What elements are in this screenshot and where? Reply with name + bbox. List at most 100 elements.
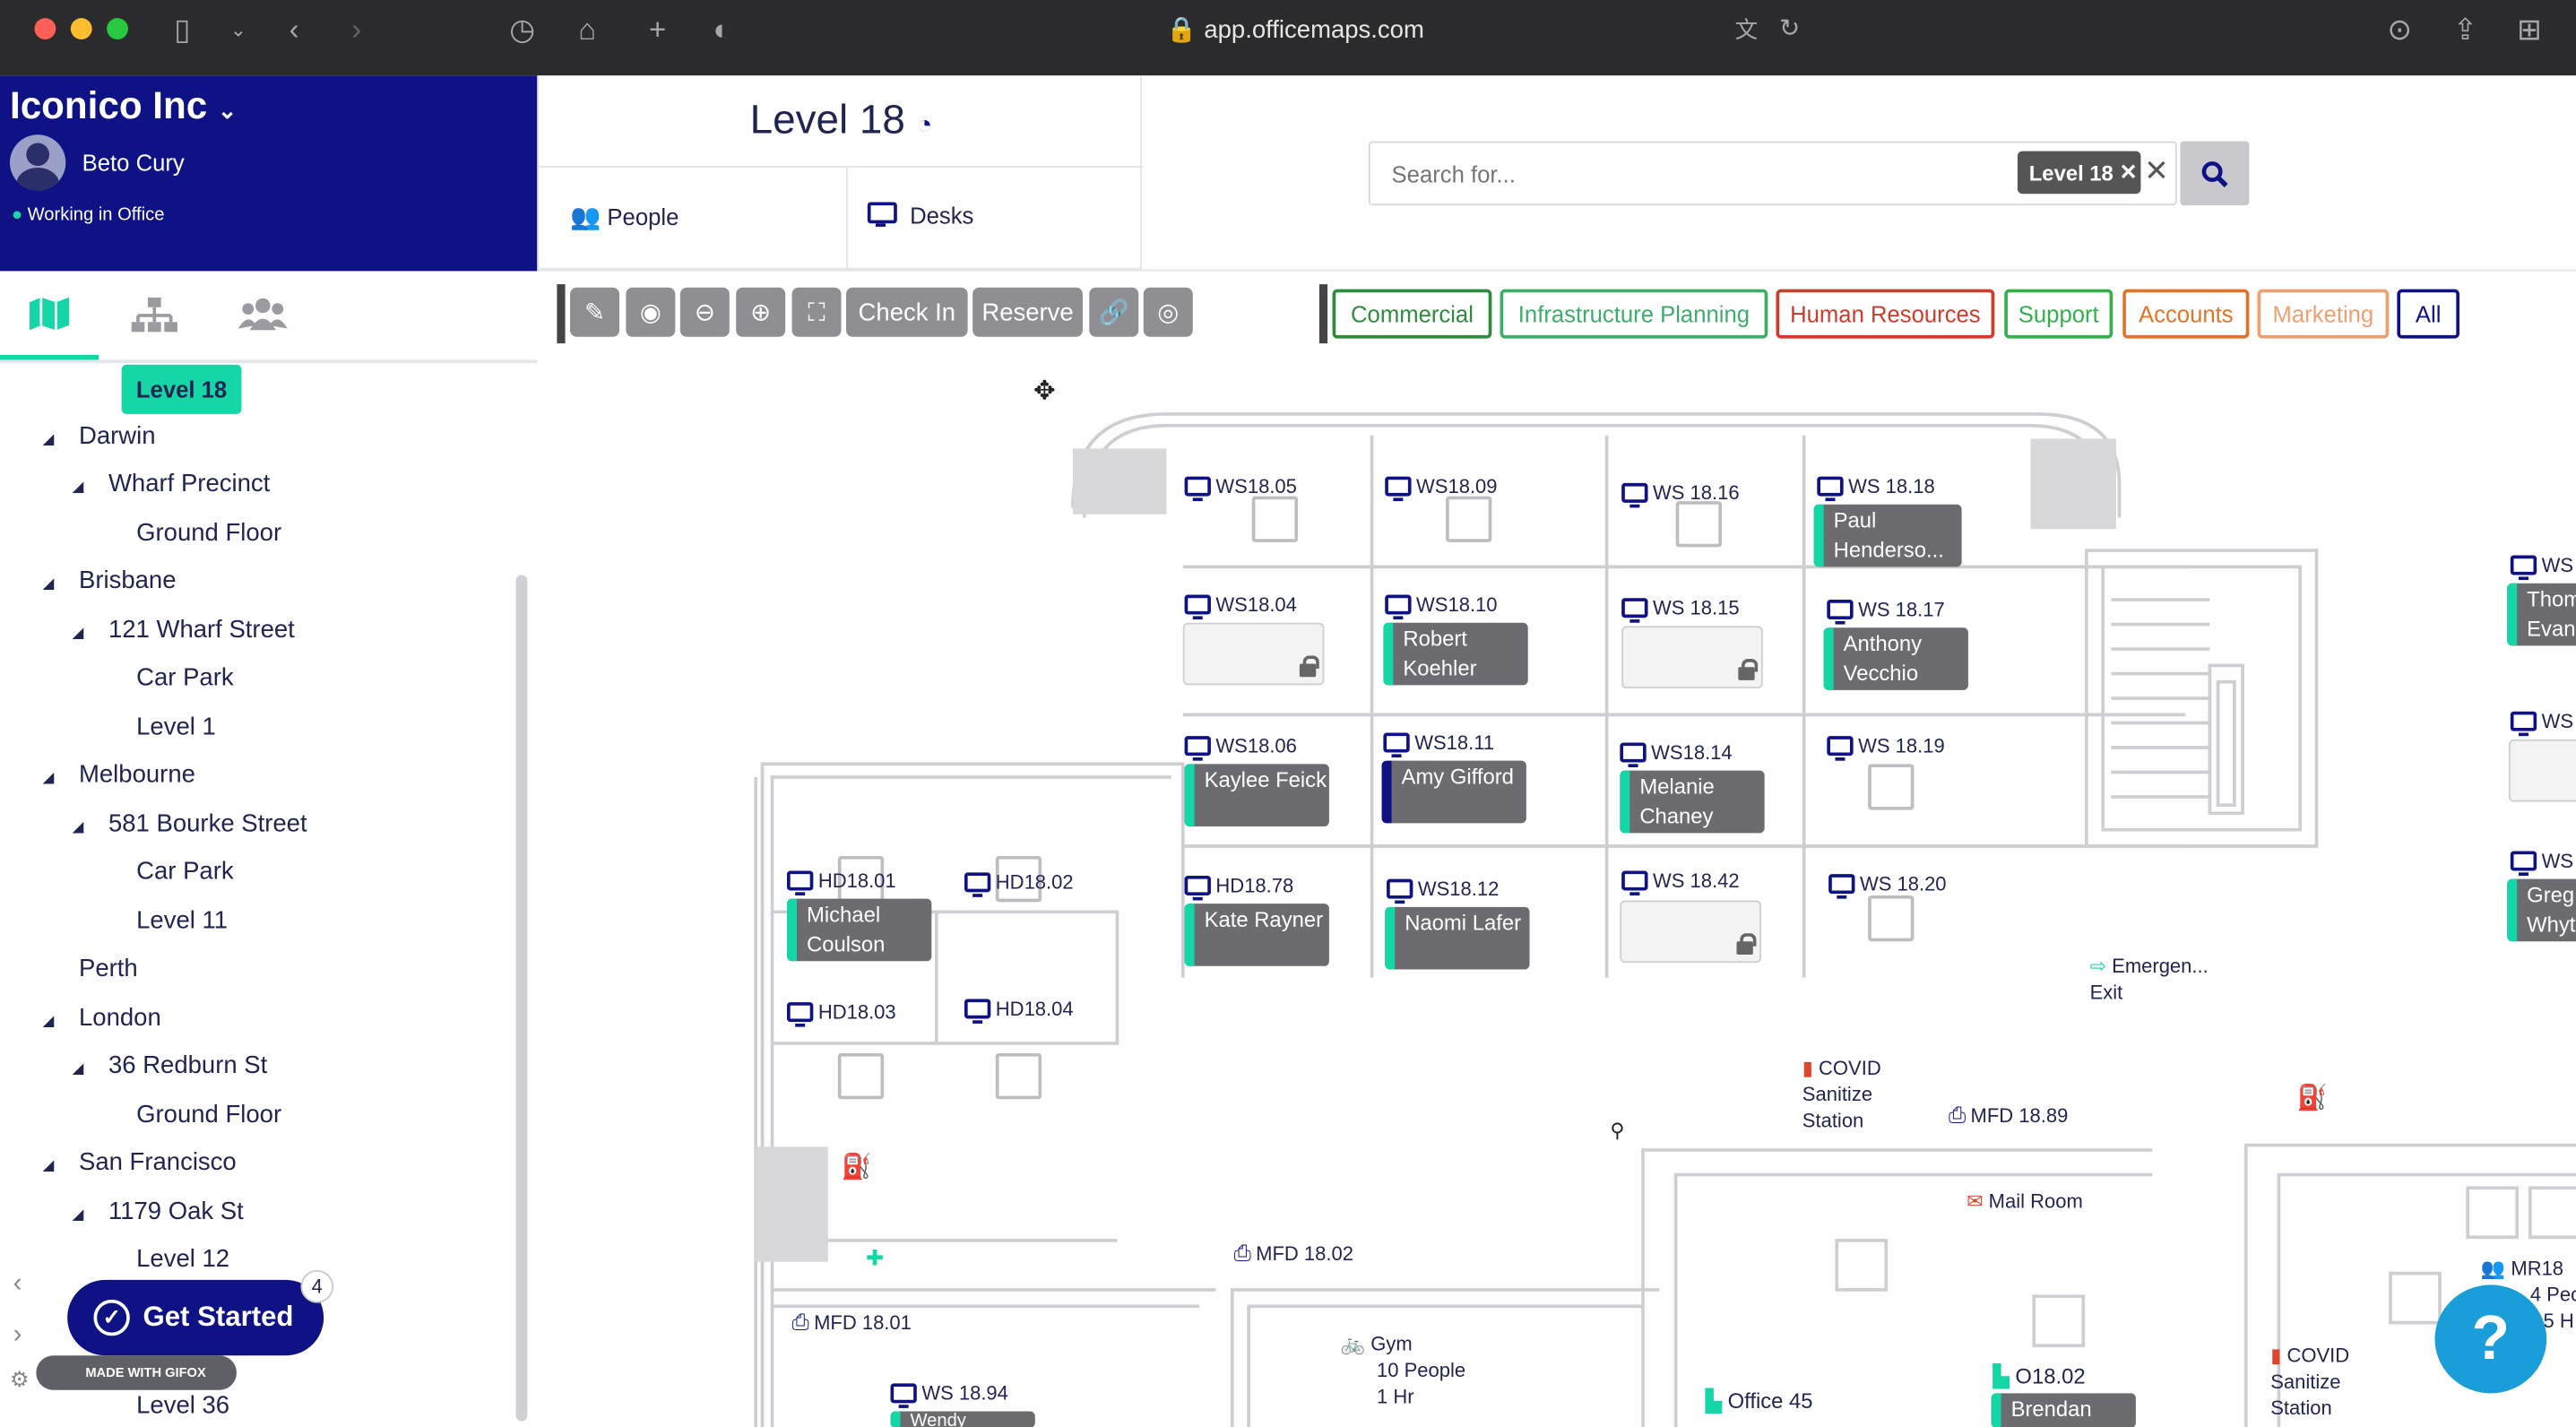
- history-icon[interactable]: ◷: [509, 13, 535, 47]
- covid-station-label[interactable]: ▮ COVID Sanitize Station: [2270, 1343, 2385, 1422]
- desk-label[interactable]: WS 18.42: [1621, 869, 1740, 895]
- person-card[interactable]: Anthony Vecchio: [1823, 627, 1968, 690]
- tab-org-chart[interactable]: [131, 297, 177, 342]
- tree-item[interactable]: Darwin: [79, 422, 156, 450]
- get-started-button[interactable]: ✓ Get Started: [67, 1279, 324, 1356]
- desk-label[interactable]: WS18.06: [1184, 734, 1297, 761]
- emergency-exit-label[interactable]: ⇨ Emergen... Exit: [2090, 953, 2238, 1006]
- desk-label[interactable]: WS 18.16: [1621, 481, 1740, 508]
- sidebar-scrollbar[interactable]: [515, 575, 528, 1422]
- back-icon[interactable]: ‹: [290, 13, 299, 47]
- desk-label[interactable]: WS: [2510, 554, 2573, 581]
- person-card[interactable]: Melanie Chaney: [1620, 770, 1765, 834]
- tree-item[interactable]: Car Park: [136, 664, 233, 692]
- person-card[interactable]: Naomi Lafer: [1385, 906, 1530, 970]
- fullscreen-button[interactable]: ⛶: [791, 287, 842, 337]
- person-card[interactable]: Wendy: [890, 1411, 1035, 1427]
- person-card[interactable]: Michael Coulson: [787, 898, 932, 962]
- move-icon[interactable]: ✥: [1033, 375, 1056, 408]
- chevron-left-icon[interactable]: ‹: [13, 1270, 22, 1300]
- tree-item[interactable]: London: [79, 1004, 161, 1032]
- desk-label[interactable]: WS: [2510, 710, 2573, 737]
- zoom-in-button[interactable]: ⊕: [736, 287, 786, 337]
- search-button[interactable]: [2180, 141, 2250, 206]
- new-tab-icon[interactable]: +: [649, 13, 666, 47]
- category-marketing[interactable]: Marketing: [2257, 289, 2390, 339]
- tree-item[interactable]: 581 Bourke Street: [108, 810, 307, 838]
- meeting-room-label[interactable]: 👥 MR18: [2481, 1255, 2563, 1281]
- category-commercial[interactable]: Commercial: [1332, 289, 1492, 339]
- desk-label[interactable]: HD18.01: [787, 869, 896, 895]
- person-card[interactable]: Amy Gifford: [1381, 760, 1526, 824]
- person-card[interactable]: Robert Koehler: [1383, 622, 1528, 686]
- desk-label[interactable]: WS 18.19: [1827, 734, 1945, 761]
- desk-label[interactable]: WS 18.94: [890, 1382, 1008, 1408]
- translate-icon[interactable]: 文: [1735, 13, 1759, 47]
- desk-label[interactable]: HD18.03: [787, 1000, 896, 1027]
- clear-search-icon[interactable]: ✕: [2144, 154, 2169, 188]
- share-icon[interactable]: ⇪: [2453, 13, 2478, 47]
- link-button[interactable]: 🔗: [1089, 287, 1139, 337]
- search-input[interactable]: [1370, 143, 2011, 204]
- locate-button[interactable]: ◉: [626, 287, 676, 337]
- covid-station-label[interactable]: ▮ COVID Sanitize Station: [1802, 1055, 1934, 1134]
- person-card[interactable]: Kaylee Feick: [1184, 764, 1329, 826]
- person-card[interactable]: Kate Rayner: [1184, 904, 1329, 966]
- tree-item-selected[interactable]: Level 18: [121, 364, 242, 414]
- address-bar[interactable]: 🔒 app.officemaps.com: [1166, 14, 1423, 44]
- edit-button[interactable]: ✎: [570, 287, 620, 337]
- printer-label[interactable]: ⎙ MFD 18.89: [1949, 1103, 2068, 1129]
- forward-icon[interactable]: ›: [351, 13, 361, 47]
- tab-people[interactable]: [238, 298, 288, 339]
- category-infrastructure[interactable]: Infrastructure Planning: [1500, 289, 1768, 339]
- tree-item[interactable]: Car Park: [136, 858, 233, 886]
- desk-label[interactable]: WS18.09: [1385, 475, 1498, 502]
- desk-label[interactable]: WS 18.18: [1817, 475, 1935, 502]
- person-card[interactable]: Greg Whyt: [2507, 878, 2576, 942]
- empty-desk[interactable]: [1182, 622, 1325, 686]
- empty-desk[interactable]: [1621, 626, 1763, 689]
- close-window-button[interactable]: [34, 18, 56, 39]
- mail-room-label[interactable]: ✉ Mail Room: [1967, 1188, 2083, 1214]
- empty-desk[interactable]: [1620, 900, 1761, 964]
- desk-label[interactable]: WS18.14: [1620, 741, 1733, 768]
- maximize-window-button[interactable]: [107, 18, 128, 39]
- category-accounts[interactable]: Accounts: [2122, 289, 2250, 339]
- chevron-down-icon[interactable]: ⌄: [230, 13, 246, 47]
- desk-label[interactable]: WS18.10: [1385, 593, 1498, 620]
- desk-label[interactable]: WS18.11: [1383, 731, 1494, 758]
- tree-item[interactable]: 36 Redburn St: [108, 1051, 267, 1079]
- tree-item[interactable]: 1179 Oak St: [108, 1198, 244, 1225]
- gym-label[interactable]: 🚲 Gym: [1341, 1331, 1413, 1357]
- desk-label[interactable]: WS18.05: [1184, 475, 1297, 502]
- tree-item[interactable]: Brisbane: [79, 566, 177, 594]
- tab-desks-view[interactable]: Desks: [867, 202, 973, 229]
- category-human-resources[interactable]: Human Resources: [1776, 289, 1995, 339]
- desk-label[interactable]: HD18.02: [964, 870, 1074, 897]
- tree-item[interactable]: Level 36: [136, 1392, 229, 1420]
- person-card[interactable]: Brendan: [1991, 1393, 2136, 1427]
- desk-label[interactable]: WS18.04: [1184, 593, 1297, 620]
- chevron-down-icon[interactable]: ⌄: [218, 97, 238, 123]
- tree-item[interactable]: San Francisco: [79, 1148, 237, 1176]
- person-card[interactable]: Thom Evan: [2507, 583, 2576, 646]
- tree-item[interactable]: Melbourne: [79, 761, 195, 789]
- reload-icon[interactable]: ↻: [1779, 13, 1800, 47]
- org-name[interactable]: Iconico Inc ⌄: [10, 83, 237, 127]
- gear-icon[interactable]: ⚙: [10, 1367, 29, 1393]
- close-icon[interactable]: ✕: [2119, 160, 2137, 186]
- zoom-out-button[interactable]: ⊖: [679, 287, 730, 337]
- office-label[interactable]: ▙ O18.02: [1993, 1363, 2085, 1389]
- sidebar-toggle-icon[interactable]: ▯: [174, 13, 190, 47]
- printer-label[interactable]: ⎙ MFD 18.01: [792, 1310, 912, 1336]
- download-icon[interactable]: ⊙: [2387, 13, 2412, 47]
- desk-label[interactable]: HD18.04: [964, 998, 1074, 1024]
- help-button[interactable]: ?: [2434, 1284, 2547, 1394]
- tree-item[interactable]: Level 1: [136, 714, 216, 741]
- empty-desk[interactable]: [2508, 739, 2576, 802]
- minimize-window-button[interactable]: [70, 18, 92, 39]
- reserve-button[interactable]: Reserve: [972, 287, 1083, 337]
- tree-item[interactable]: Level 12: [136, 1245, 229, 1273]
- tree-item[interactable]: Ground Floor: [136, 519, 281, 547]
- printer-label[interactable]: ⎙ MFD 18.02: [1234, 1241, 1353, 1267]
